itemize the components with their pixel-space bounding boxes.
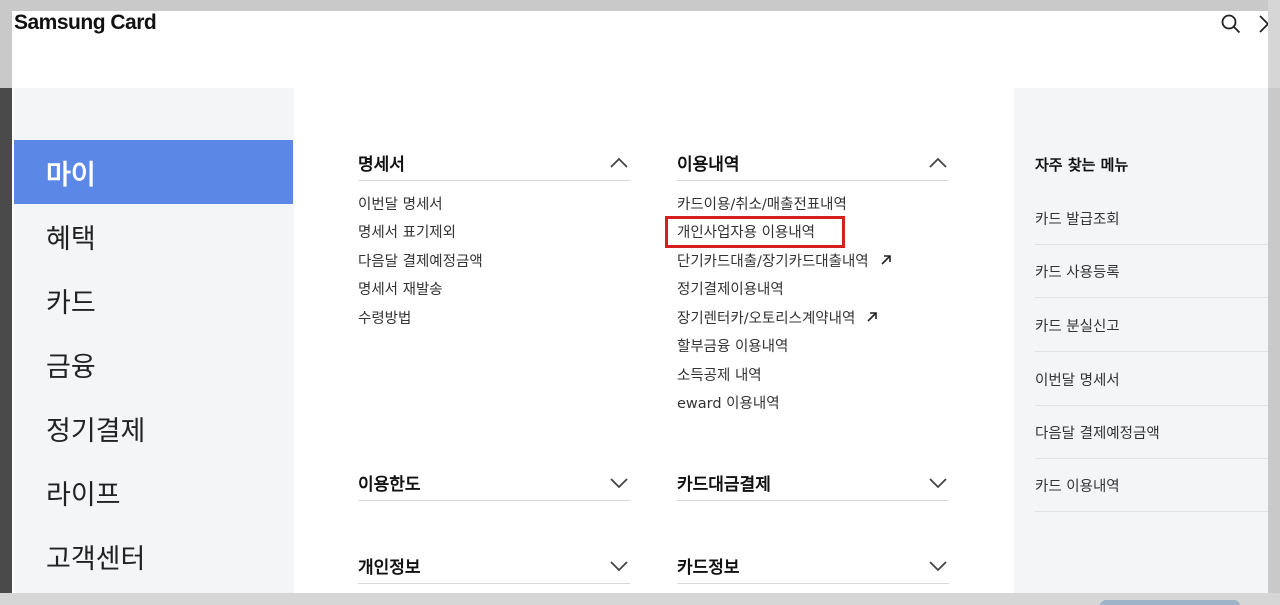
link-label: 할부금융 이용내역 (677, 339, 789, 356)
frequent-item-card-registration[interactable]: 카드 사용등록 (1035, 245, 1268, 298)
nav-item-my[interactable]: 마이 (14, 140, 293, 204)
highlight-box (665, 215, 845, 248)
link-label: eward 이용내역 (677, 396, 780, 413)
link-income-deduction[interactable]: 소득공제 내역 (677, 360, 949, 389)
frequent-item-card-issue-status[interactable]: 카드 발급조회 (1035, 192, 1268, 245)
link-label: 소득공제 내역 (677, 367, 762, 384)
nav-item-benefits[interactable]: 혜택 (14, 204, 293, 268)
submenu-content: 명세서 이번달 명세서 명세서 표기제외 다음달 결제예정금액 명세서 재발송 … (294, 88, 1014, 593)
link-label: 단기카드대출/장기카드대출내역 (677, 253, 869, 270)
link-eward-usage[interactable]: eward 이용내역 (677, 389, 949, 418)
section-title: 카드정보 (677, 558, 740, 578)
link-statement-resend[interactable]: 명세서 재발송 (358, 275, 630, 304)
frequent-item-next-month-payment[interactable]: 다음달 결제예정금액 (1035, 406, 1268, 459)
section-title: 이용한도 (358, 475, 421, 495)
link-recurring-payment-usage[interactable]: 정기결제이용내역 (677, 275, 949, 304)
section-card-payment-header[interactable]: 카드대금결제 (677, 465, 949, 501)
chevron-down-icon[interactable] (608, 555, 630, 577)
backdrop-floating-button (1100, 600, 1240, 605)
section-card-info-header[interactable]: 카드정보 (677, 548, 949, 584)
menu-panel: Samsung Card 마이 혜택 카드 금융 정기결제 라이프 고객센터 명… (12, 11, 1268, 593)
nav-item-recurring[interactable]: 정기결제 (14, 396, 293, 460)
section-usage-header[interactable]: 이용내역 (677, 145, 949, 181)
link-this-month-statement[interactable]: 이번달 명세서 (358, 189, 630, 218)
frequent-item-this-month-statement[interactable]: 이번달 명세서 (1035, 353, 1268, 406)
link-label: 카드이용/취소/매출전표내역 (677, 196, 847, 213)
backdrop-right (1268, 0, 1280, 88)
search-icon[interactable] (1220, 13, 1242, 35)
link-installment-finance-usage[interactable]: 할부금융 이용내역 (677, 332, 949, 361)
section-limit-header[interactable]: 이용한도 (358, 465, 630, 501)
frequent-menu-panel: 자주 찾는 메뉴 카드 발급조회 카드 사용등록 카드 분실신고 이번달 명세서… (1014, 88, 1268, 593)
section-title: 개인정보 (358, 558, 421, 578)
nav-item-card[interactable]: 카드 (14, 268, 293, 332)
section-statement: 명세서 이번달 명세서 명세서 표기제외 다음달 결제예정금액 명세서 재발송 … (358, 145, 630, 332)
link-card-loan-history[interactable]: 단기카드대출/장기카드대출내역 (677, 246, 949, 275)
frequent-item-card-lost-report[interactable]: 카드 분실신고 (1035, 299, 1268, 352)
link-receive-method[interactable]: 수령방법 (358, 303, 630, 332)
nav-item-finance[interactable]: 금융 (14, 332, 293, 396)
backdrop-top (0, 0, 1280, 11)
link-rental-lease-contracts[interactable]: 장기렌터카/오토리스계약내역 (677, 303, 949, 332)
frequent-item-card-usage[interactable]: 카드 이용내역 (1035, 459, 1268, 512)
section-usage: 이용내역 카드이용/취소/매출전표내역 개인사업자용 이용내역 단기카드대출/장… (665, 145, 949, 418)
nav-item-customer-center[interactable]: 고객센터 (14, 524, 293, 588)
main-category-nav: 마이 혜택 카드 금융 정기결제 라이프 고객센터 (14, 88, 294, 593)
section-card-payment: 카드대금결제 (677, 465, 949, 501)
section-usage-links: 카드이용/취소/매출전표내역 개인사업자용 이용내역 단기카드대출/장기카드대출… (665, 181, 949, 418)
link-next-month-payment[interactable]: 다음달 결제예정금액 (358, 246, 630, 275)
external-link-arrow-icon (867, 312, 878, 322)
link-sole-proprietor-usage[interactable]: 개인사업자용 이용내역 (665, 215, 949, 248)
section-title: 명세서 (358, 155, 405, 175)
link-label: 장기렌터카/오토리스계약내역 (677, 310, 856, 327)
section-statement-links: 이번달 명세서 명세서 표기제외 다음달 결제예정금액 명세서 재발송 수령방법 (358, 181, 630, 332)
section-card-info: 카드정보 (677, 548, 949, 584)
section-title: 이용내역 (677, 155, 740, 175)
close-icon[interactable] (1257, 13, 1268, 35)
frequent-menu-title: 자주 찾는 메뉴 (1035, 156, 1129, 174)
link-label: 정기결제이용내역 (677, 282, 784, 299)
section-title: 카드대금결제 (677, 475, 771, 495)
menu-header: Samsung Card (12, 11, 1268, 88)
backdrop-bottom (0, 593, 1280, 605)
section-limit: 이용한도 (358, 465, 630, 501)
chevron-down-icon[interactable] (927, 472, 949, 494)
external-link-arrow-icon (881, 255, 891, 265)
chevron-down-icon[interactable] (608, 472, 630, 494)
chevron-up-icon[interactable] (927, 152, 949, 174)
brand-logo[interactable]: Samsung Card (14, 11, 157, 35)
section-personal-info-header[interactable]: 개인정보 (358, 548, 630, 584)
link-card-usage-cancel-receipt[interactable]: 카드이용/취소/매출전표내역 (677, 189, 949, 218)
chevron-up-icon[interactable] (608, 152, 630, 174)
link-statement-exclusion[interactable]: 명세서 표기제외 (358, 218, 630, 247)
section-personal-info: 개인정보 (358, 548, 630, 584)
chevron-down-icon[interactable] (927, 555, 949, 577)
section-statement-header[interactable]: 명세서 (358, 145, 630, 181)
nav-item-life[interactable]: 라이프 (14, 460, 293, 524)
